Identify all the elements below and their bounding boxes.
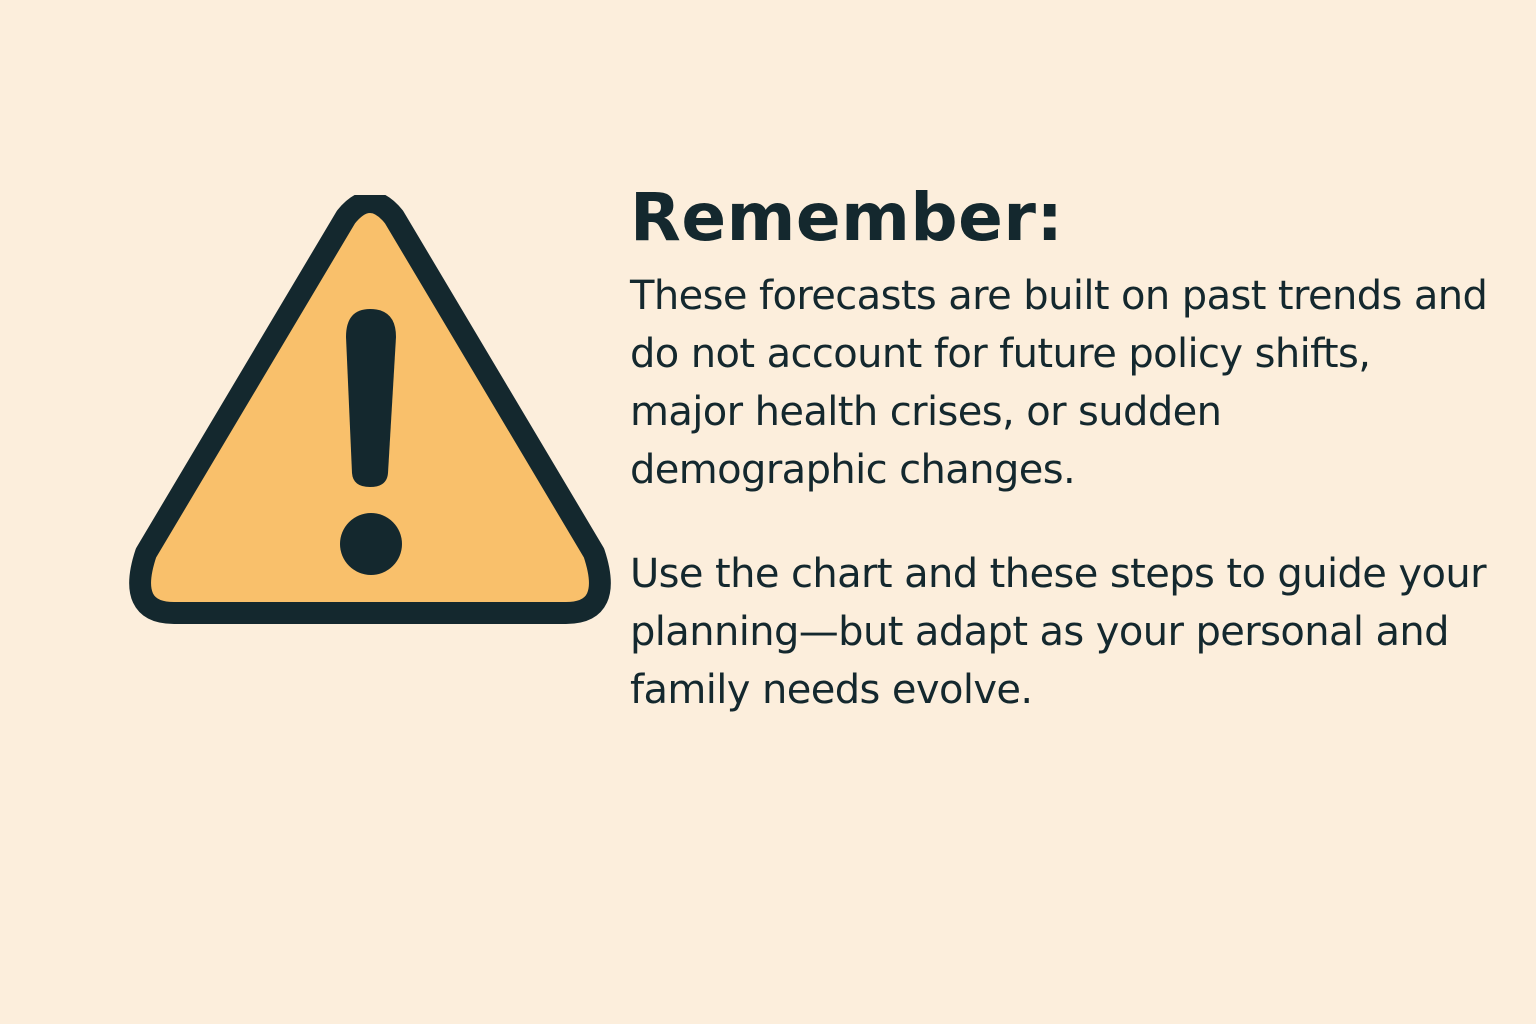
exclamation-dot (340, 513, 402, 575)
notice-title: Remember: (630, 179, 1064, 256)
warning-triangle-icon (128, 195, 612, 625)
planning-advice-paragraph: Use the chart and these steps to guide y… (630, 551, 1487, 714)
warning-triangle-svg (129, 195, 611, 624)
exclamation-bar (346, 309, 396, 487)
forecast-disclaimer-paragraph: These forecasts are built on past trends… (630, 273, 1488, 494)
notice-message: Remember: These forecasts are built on p… (630, 178, 1510, 719)
